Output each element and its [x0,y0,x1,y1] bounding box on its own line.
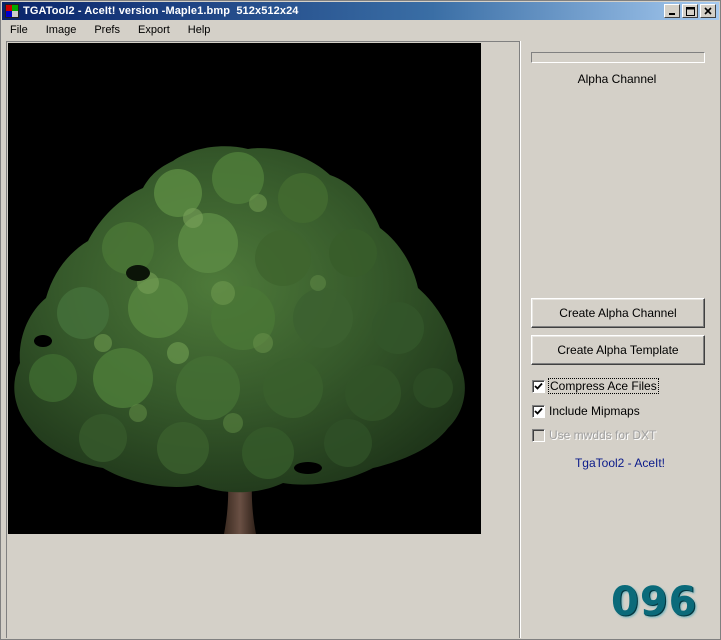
tool-panel: Alpha Channel Create Alpha Channel Creat… [522,41,718,638]
menu-image[interactable]: Image [37,21,86,40]
image-canvas-area[interactable] [6,41,519,638]
close-button[interactable] [700,4,716,18]
compress-ace-files-label[interactable]: Compress Ace Files [548,378,659,394]
create-alpha-template-button[interactable]: Create Alpha Template [531,335,705,365]
title-bar[interactable]: TGATool2 - AceIt! version -Maple1.bmp 51… [2,2,719,20]
app-icon [5,4,19,18]
use-mwdds-label: Use mwdds for DXT [549,428,657,442]
create-alpha-channel-button[interactable]: Create Alpha Channel [531,298,705,328]
use-mwdds-option: Use mwdds for DXT [532,427,656,443]
include-mipmaps-checkbox[interactable] [532,404,545,418]
maximize-button[interactable] [682,4,698,18]
include-mipmaps-option[interactable]: Include Mipmaps [532,403,640,419]
use-mwdds-checkbox [532,428,545,442]
include-mipmaps-label[interactable]: Include Mipmaps [549,404,640,418]
brand-label: TgaTool2 - AceIt! [574,456,666,470]
menu-help[interactable]: Help [179,21,220,40]
menu-file[interactable]: File [2,21,37,40]
minimize-icon [669,13,675,15]
panel-splitter[interactable] [519,41,521,638]
compress-ace-files-checkbox[interactable] [532,379,545,393]
window-title: TGATool2 - AceIt! version -Maple1.bmp 51… [23,5,299,17]
counter-display: 096 [611,579,698,625]
menu-export[interactable]: Export [129,21,179,40]
maple-tree-image [8,43,481,534]
menu-prefs[interactable]: Prefs [85,21,129,40]
image-preview[interactable] [8,43,481,534]
progress-bar [531,52,705,63]
maximize-icon [685,6,695,16]
app-window: TGATool2 - AceIt! version -Maple1.bmp 51… [0,0,721,640]
checkmark-icon [534,407,543,415]
alpha-channel-label: Alpha Channel [577,72,657,86]
compress-ace-files-option[interactable]: Compress Ace Files [532,378,659,394]
close-icon [704,7,712,15]
menu-bar: File Image Prefs Export Help [2,21,719,40]
minimize-button[interactable] [664,4,680,18]
checkmark-icon [534,382,543,390]
